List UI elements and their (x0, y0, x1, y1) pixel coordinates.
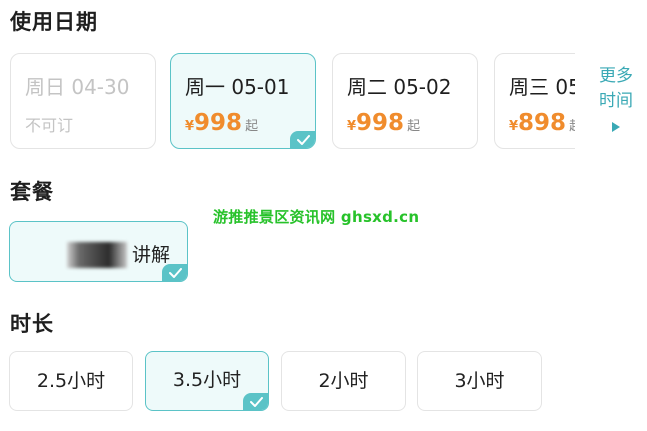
currency-symbol: ¥ (509, 119, 519, 134)
package-section-title: 套餐 (10, 180, 54, 204)
duration-option-3h[interactable]: 3小时 (417, 351, 542, 411)
package-option-guide[interactable]: 讲解 (9, 221, 188, 282)
duration-label: 3.5小时 (172, 369, 242, 391)
check-icon (243, 393, 268, 410)
more-dates-label-line2: 时间 (599, 91, 633, 111)
duration-label: 3小时 (454, 370, 505, 392)
play-arrow-icon (611, 116, 639, 141)
duration-label: 2小时 (318, 370, 369, 392)
package-label: 讲解 (132, 244, 171, 266)
date-card-tue-0502[interactable]: 周二 05-02 ¥998 起 (332, 53, 478, 149)
duration-option-3-5h[interactable]: 3.5小时 (145, 351, 269, 411)
date-card-sun-0430: 周日 04-30 不可订 (10, 53, 156, 149)
more-dates-link[interactable]: 更多 时间 (599, 64, 639, 141)
date-selector: 周日 04-30 不可订 周一 05-01 ¥998 起 周二 05-02 ¥99… (10, 53, 575, 151)
price-suffix: 起 (569, 119, 575, 134)
date-card-price: 998 (356, 110, 405, 136)
currency-symbol: ¥ (185, 119, 195, 134)
package-name-redacted (67, 242, 127, 268)
duration-section-title: 时长 (10, 312, 54, 336)
date-card-mon-0501[interactable]: 周一 05-01 ¥998 起 (170, 53, 316, 149)
duration-label: 2.5小时 (36, 370, 106, 392)
date-card-day: 周二 05-02 (347, 75, 452, 99)
more-dates-label-line1: 更多 (599, 66, 633, 86)
check-icon (290, 131, 315, 148)
date-card-price: 998 (194, 110, 243, 136)
date-card-day: 周一 05-01 (185, 75, 290, 99)
date-card-wed-0503[interactable]: 周三 05-03 ¥898起 (494, 53, 575, 149)
watermark-text: 游推推景区资讯网 ghsxd.cn (213, 208, 420, 226)
date-card-day: 周日 04-30 (25, 75, 130, 99)
date-section-title: 使用日期 (10, 10, 98, 34)
currency-symbol: ¥ (347, 119, 357, 134)
date-card-unavailable: 不可订 (25, 116, 74, 135)
date-card-day: 周三 05-03 (509, 75, 575, 99)
price-suffix: 起 (407, 119, 421, 134)
date-card-price: 898 (518, 110, 567, 136)
check-icon (162, 264, 187, 281)
price-suffix: 起 (245, 119, 259, 134)
duration-option-2h[interactable]: 2小时 (281, 351, 406, 411)
duration-option-2-5h[interactable]: 2.5小时 (9, 351, 133, 411)
